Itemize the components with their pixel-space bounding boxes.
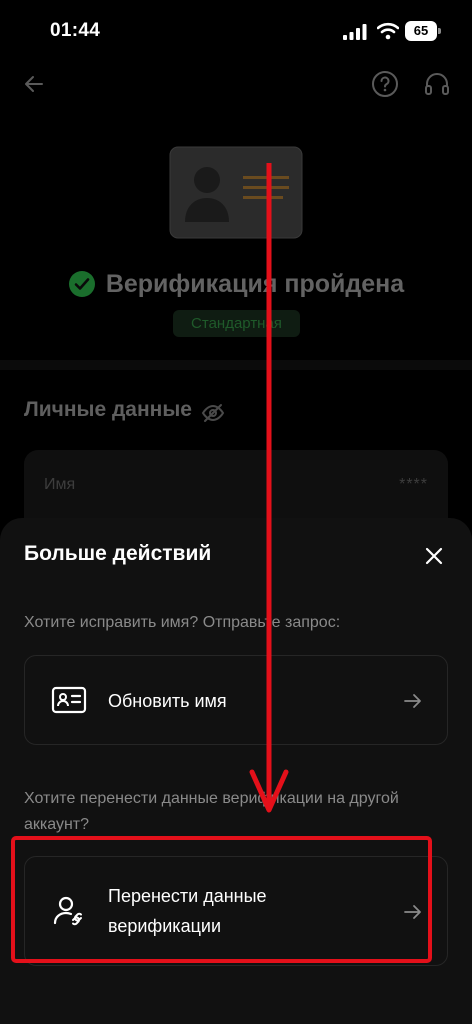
wifi-icon bbox=[377, 22, 399, 40]
personal-data-title: Личные данные bbox=[24, 398, 192, 421]
verification-status: Верификация пройдена bbox=[0, 264, 472, 304]
eye-off-icon[interactable] bbox=[200, 400, 226, 426]
help-icon[interactable] bbox=[371, 70, 399, 98]
name-field-value: **** bbox=[399, 476, 428, 493]
transfer-hint: Хотите перенести данные верификации на д… bbox=[24, 790, 399, 833]
status-time: 01:44 bbox=[50, 20, 101, 41]
id-card-icon bbox=[51, 686, 87, 714]
annotation-highlight-box bbox=[11, 836, 432, 963]
close-icon[interactable] bbox=[420, 542, 448, 570]
check-circle-icon bbox=[68, 271, 95, 297]
id-card-illustration bbox=[169, 146, 303, 239]
headset-icon[interactable] bbox=[423, 70, 451, 98]
battery-icon: 65 bbox=[405, 21, 441, 41]
arrow-right-icon bbox=[404, 694, 421, 708]
status-bar: 01:44 65 bbox=[0, 0, 472, 62]
update-name-label: Обновить имя bbox=[108, 691, 227, 711]
cellular-signal-icon bbox=[343, 24, 367, 40]
level-badge: Стандартная bbox=[173, 310, 300, 337]
sheet-title: Больше действий bbox=[24, 542, 212, 565]
update-name-hint: Хотите исправить имя? Отправьте запрос: bbox=[24, 614, 341, 631]
back-arrow-icon[interactable] bbox=[22, 72, 46, 96]
verification-title: Верификация пройдена bbox=[105, 269, 405, 298]
section-divider bbox=[0, 360, 472, 370]
battery-level: 65 bbox=[405, 21, 437, 41]
update-name-button[interactable]: Обновить имя bbox=[24, 655, 448, 745]
name-field-label: Имя bbox=[44, 476, 76, 493]
